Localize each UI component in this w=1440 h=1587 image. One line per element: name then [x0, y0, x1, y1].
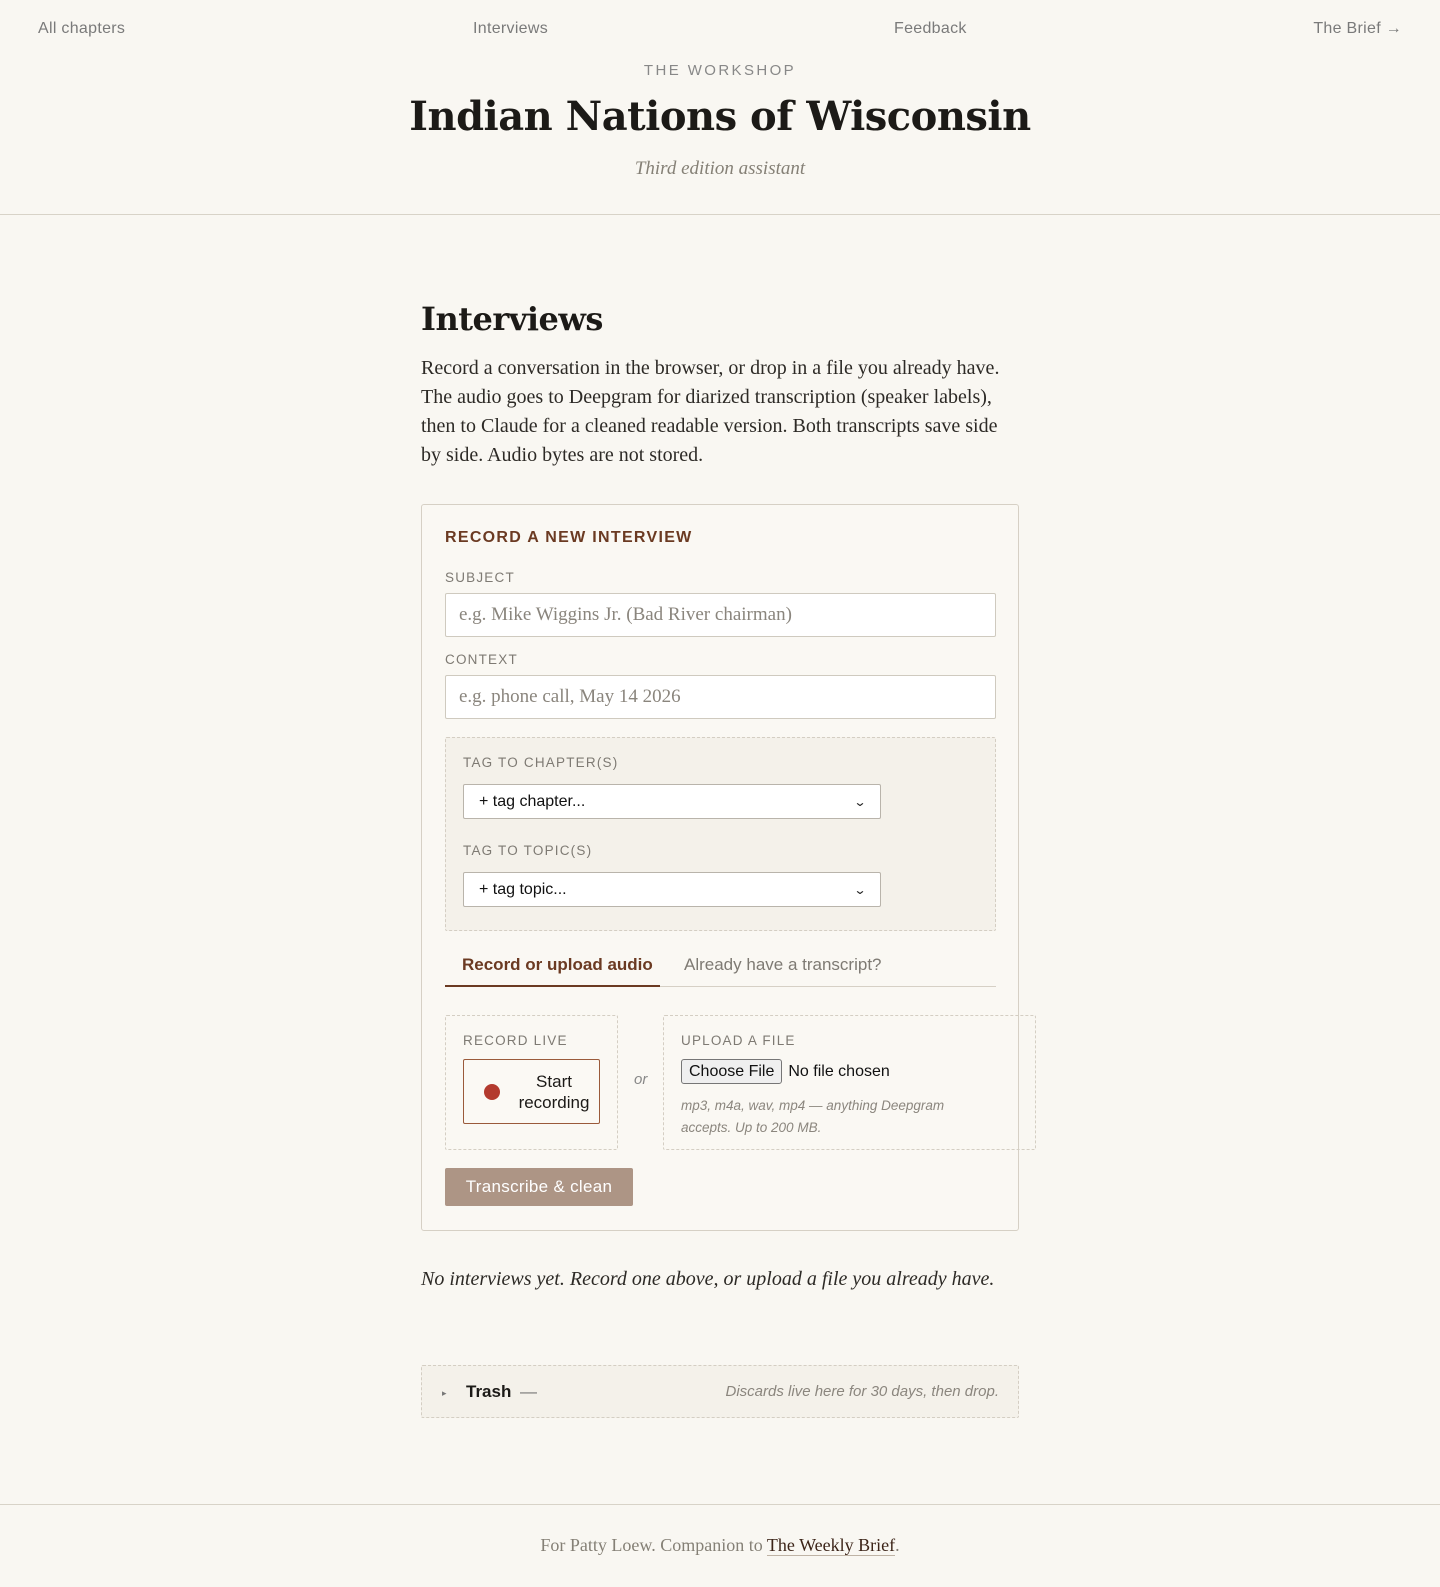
nav-the-brief[interactable]: The Brief → — [1313, 20, 1402, 38]
site-eyebrow: THE WORKSHOP — [643, 62, 797, 79]
chevron-down-icon: ⌄ — [853, 882, 867, 897]
start-recording-label: Start recording — [518, 1071, 590, 1112]
header-divider — [0, 214, 1440, 215]
transcribe-clean-button[interactable]: Transcribe & clean — [445, 1168, 633, 1206]
new-interview-card: RECORD A NEW INTERVIEW SUBJECT CONTEXT T… — [421, 504, 1036, 1231]
card-heading: RECORD A NEW INTERVIEW — [445, 529, 693, 546]
upload-hint: mp3, m4a, wav, mp4 — anything Deepgram a… — [681, 1098, 945, 1135]
page-title: Interviews — [421, 300, 603, 338]
nav-interviews[interactable]: Interviews — [473, 20, 548, 38]
trash-section[interactable]: ▸ Trash — Discards live here for 30 days… — [421, 1365, 1019, 1418]
site-subtitle: Third edition assistant — [634, 158, 806, 179]
file-input: Choose File No file chosen — [681, 1059, 890, 1084]
context-label: CONTEXT — [445, 652, 518, 667]
tag-panel: TAG TO CHAPTER(S) + tag chapter... ⌄ TAG… — [445, 737, 996, 931]
top-nav: All chapters Interviews Feedback The Bri… — [0, 0, 1440, 60]
topics-tag-label: TAG TO TOPIC(S) — [463, 843, 593, 858]
trash-count: — — [520, 1382, 537, 1401]
chapters-tag-label: TAG TO CHAPTER(S) — [463, 755, 619, 770]
weekly-brief-link[interactable]: The Weekly Brief — [766, 1535, 896, 1556]
or-separator: or — [634, 1071, 648, 1088]
topic-tag-select[interactable]: + tag topic... ⌄ — [463, 872, 881, 907]
chevron-down-icon: ⌄ — [853, 794, 867, 809]
upload-file-panel: UPLOAD A FILE Choose File No file chosen… — [663, 1015, 1036, 1150]
site-title: Indian Nations of Wisconsin — [409, 93, 1031, 140]
start-recording-button[interactable]: Start recording — [463, 1059, 600, 1124]
chapter-tag-select[interactable]: + tag chapter... ⌄ — [463, 784, 881, 819]
site-footer: For Patty Loew. Companion to The Weekly … — [0, 1535, 1440, 1556]
file-status: No file chosen — [788, 1062, 890, 1080]
record-live-label: RECORD LIVE — [463, 1033, 568, 1048]
topic-tag-select-value: + tag topic... — [479, 880, 567, 898]
trash-note: Discards live here for 30 days, then dro… — [725, 1383, 999, 1400]
trash-title: Trash — [466, 1382, 512, 1401]
caret-right-icon: ▸ — [442, 1388, 447, 1398]
input-mode-tabs: Record or upload audio Already have a tr… — [445, 949, 996, 987]
choose-file-button[interactable]: Choose File — [681, 1059, 783, 1084]
nav-all-chapters[interactable]: All chapters — [38, 20, 125, 38]
subject-label: SUBJECT — [445, 570, 515, 585]
chapter-tag-select-value: + tag chapter... — [479, 792, 586, 810]
tab-have-transcript[interactable]: Already have a transcript? — [684, 955, 882, 975]
page-intro: Record a conversation in the browser, or… — [421, 357, 1000, 466]
site-header: THE WORKSHOP Indian Nations of Wisconsin… — [0, 60, 1440, 180]
tab-record-or-upload[interactable]: Record or upload audio — [445, 955, 660, 987]
footer-prefix: For Patty Loew. Companion to — [540, 1535, 767, 1555]
footer-suffix: . — [895, 1535, 900, 1555]
main-content: Interviews Record a conversation in the … — [421, 300, 1019, 470]
upload-file-label: UPLOAD A FILE — [681, 1033, 796, 1048]
footer-divider — [0, 1504, 1440, 1505]
subject-input[interactable] — [445, 593, 996, 637]
record-live-panel: RECORD LIVE Start recording — [445, 1015, 618, 1150]
nav-feedback[interactable]: Feedback — [894, 20, 967, 38]
record-dot-icon — [484, 1083, 500, 1100]
context-input[interactable] — [445, 675, 996, 719]
empty-state-message: No interviews yet. Record one above, or … — [421, 1268, 995, 1290]
